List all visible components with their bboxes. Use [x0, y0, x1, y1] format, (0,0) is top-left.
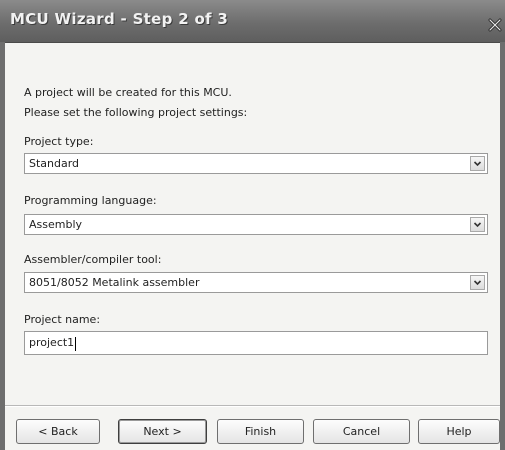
assembler-tool-value: 8051/8052 Metalink assembler — [29, 276, 200, 289]
assembler-tool-select[interactable]: 8051/8052 Metalink assembler — [24, 272, 488, 293]
project-type-select[interactable]: Standard — [24, 153, 488, 174]
programming-language-value: Assembly — [29, 218, 83, 231]
project-type-value: Standard — [29, 157, 80, 170]
mcu-wizard-window: MCU Wizard - Step 2 of 3 A project will … — [0, 0, 505, 450]
assembler-tool-dropdown-button[interactable] — [470, 275, 485, 290]
wizard-content — [5, 43, 500, 450]
chevron-down-icon — [473, 280, 482, 286]
text-caret — [75, 337, 77, 351]
intro-text-line2: Please set the following project setting… — [24, 106, 248, 119]
window-frame-right — [500, 42, 505, 450]
project-name-value: project1 — [29, 336, 75, 349]
assembler-tool-label: Assembler/compiler tool: — [24, 253, 162, 266]
intro-text-line1: A project will be created for this MCU. — [24, 86, 232, 99]
chevron-down-icon — [473, 222, 482, 228]
programming-language-dropdown-button[interactable] — [470, 217, 485, 232]
project-type-label: Project type: — [24, 135, 94, 148]
next-button[interactable]: Next > — [118, 419, 207, 444]
window-title: MCU Wizard - Step 2 of 3 — [10, 10, 229, 28]
programming-language-select[interactable]: Assembly — [24, 214, 488, 235]
cancel-button[interactable]: Cancel — [313, 419, 410, 444]
close-button[interactable] — [485, 14, 505, 36]
chevron-down-icon — [473, 161, 482, 167]
project-type-dropdown-button[interactable] — [470, 156, 485, 171]
programming-language-label: Programming language: — [24, 194, 157, 207]
finish-button[interactable]: Finish — [217, 419, 304, 444]
project-name-input[interactable]: project1 — [24, 331, 488, 355]
button-row-divider — [5, 405, 500, 407]
help-button[interactable]: Help — [418, 419, 500, 444]
close-icon — [488, 18, 502, 32]
project-name-label: Project name: — [24, 313, 101, 326]
title-bar[interactable]: MCU Wizard - Step 2 of 3 — [0, 0, 505, 43]
back-button[interactable]: < Back — [16, 419, 100, 444]
